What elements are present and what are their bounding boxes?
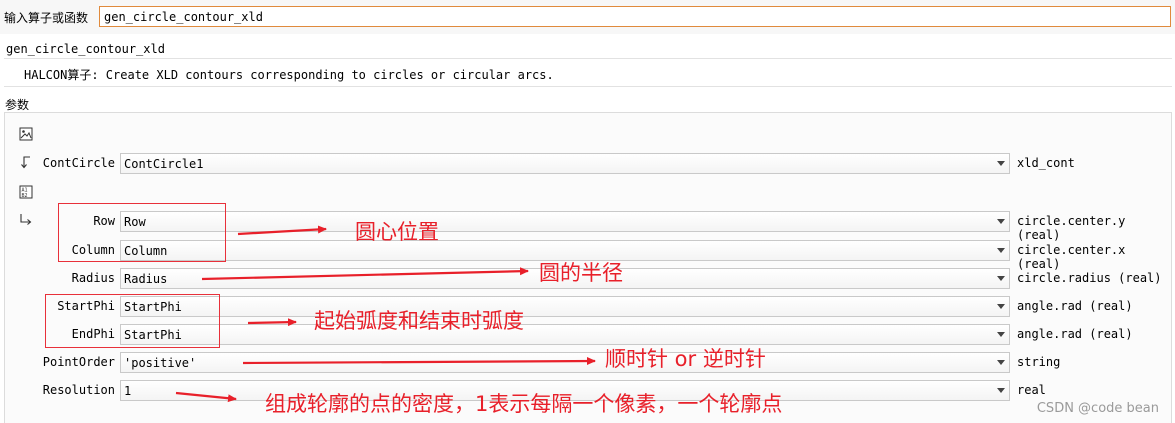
- param-label-pointorder: PointOrder: [42, 355, 115, 369]
- param-label-resolution: Resolution: [42, 383, 115, 397]
- param-value: 'positive': [124, 356, 197, 370]
- param-value: 1: [124, 384, 132, 398]
- param-field-contcircle[interactable]: ContCircle1: [120, 153, 1010, 174]
- annotation-resolution: 组成轮廓的点的密度，1表示每隔一个像素，一个轮廓点: [265, 392, 783, 416]
- operator-input-label: 输入算子或函数: [4, 11, 89, 25]
- svg-text:B2: B2: [22, 193, 28, 199]
- annotation-order: 顺时针 or 逆时针: [605, 347, 766, 371]
- chevron-down-icon[interactable]: [992, 381, 1009, 400]
- chevron-down-icon[interactable]: [992, 325, 1009, 344]
- watermark: CSDN @code bean: [1036, 401, 1159, 416]
- operator-description: HALCON算子: Create XLD contours correspond…: [4, 58, 1172, 87]
- image-icon: [19, 127, 33, 141]
- param-type: xld_cont: [1017, 156, 1075, 170]
- highlight-box-center: [58, 203, 226, 262]
- highlight-box-angles: [45, 294, 220, 348]
- param-field-pointorder[interactable]: 'positive': [120, 352, 1010, 373]
- param-type: circle.radius (real): [1017, 271, 1162, 285]
- chevron-down-icon[interactable]: [992, 269, 1009, 288]
- param-label-contcircle: ContCircle: [42, 156, 115, 170]
- param-type: string: [1017, 355, 1061, 369]
- chevron-down-icon[interactable]: [992, 212, 1009, 231]
- param-field-row[interactable]: Row: [120, 211, 1010, 232]
- param-type: circle.center.x (real): [1017, 243, 1126, 271]
- param-field-endphi[interactable]: StartPhi: [120, 324, 1010, 345]
- annotation-radius: 圆的半径: [539, 261, 623, 285]
- param-type: real: [1017, 383, 1046, 397]
- param-value: Radius: [124, 272, 168, 286]
- param-label-radius: Radius: [71, 271, 115, 285]
- chevron-down-icon[interactable]: [992, 297, 1009, 316]
- chevron-down-icon[interactable]: [992, 154, 1009, 173]
- param-type: angle.rad (real): [1017, 299, 1133, 313]
- annotation-center: 圆心位置: [355, 220, 439, 244]
- param-value: ContCircle1: [124, 157, 204, 171]
- chevron-down-icon[interactable]: [992, 353, 1009, 372]
- annotation-angles: 起始弧度和结束时弧度: [314, 309, 524, 333]
- param-field-startphi[interactable]: StartPhi: [120, 296, 1010, 317]
- description-text: Create XLD contours corresponding to cir…: [98, 68, 554, 82]
- control-params-icon: A1 B2: [19, 185, 33, 199]
- description-prefix: HALCON算子:: [24, 68, 99, 82]
- operator-name: gen_circle_contour_xld: [6, 42, 165, 56]
- param-type: circle.center.y (real): [1017, 214, 1126, 242]
- param-type: angle.rad (real): [1017, 327, 1133, 341]
- params-section-label: 参数: [5, 98, 30, 112]
- chevron-down-icon[interactable]: [992, 241, 1009, 260]
- param-field-column[interactable]: Column: [120, 240, 1010, 261]
- operator-input[interactable]: gen_circle_contour_xld: [99, 6, 1171, 27]
